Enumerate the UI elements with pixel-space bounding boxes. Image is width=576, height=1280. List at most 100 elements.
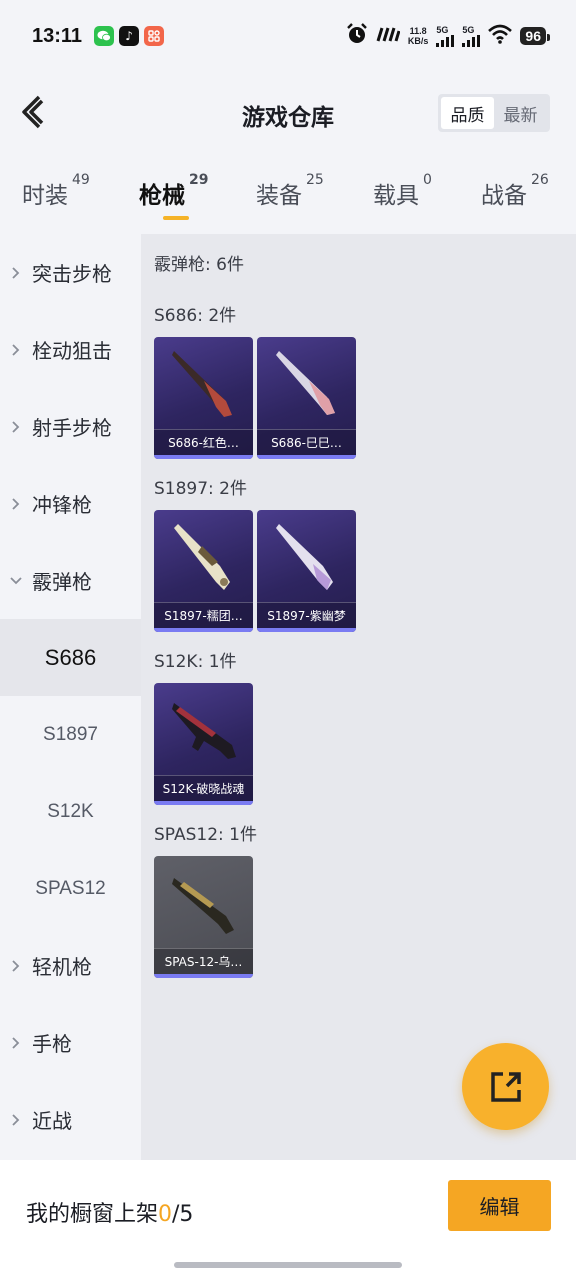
sidebar-item-pistol[interactable]: 手枪 [0, 1004, 141, 1081]
sidebar-item-label: 手枪 [32, 1032, 72, 1056]
chevron-down-icon [0, 576, 32, 586]
item-label-bar: S1897-紫幽梦 [257, 602, 356, 628]
tab-label: 载具 [373, 183, 419, 209]
edit-button[interactable]: 编辑 [448, 1180, 551, 1231]
sort-latest-option[interactable]: 最新 [494, 97, 547, 129]
sidebar-item-label: 冲锋枪 [32, 493, 92, 517]
sidebar-item-label: 栓动狙击 [32, 339, 112, 363]
tab-equipment[interactable]: 装备25 [256, 172, 324, 210]
item-card[interactable]: S1897-紫幽梦 [257, 510, 356, 632]
group-title: S686: 2件 [154, 306, 237, 326]
category-summary: 霰弹枪: 6件 [154, 255, 244, 275]
sidebar-item-label: 轻机枪 [32, 955, 92, 979]
net-speed: 11.8 KB/s [408, 26, 429, 46]
item-card[interactable]: S686-巳巳… [257, 337, 356, 459]
shotgun-icon [172, 878, 234, 934]
tab-count: 25 [306, 172, 324, 188]
app-header: 游戏仓库 品质 最新 [0, 72, 576, 156]
item-label-bar: SPAS-12-乌… [154, 948, 253, 974]
vibrate-icon [376, 26, 401, 46]
sort-quality-option[interactable]: 品质 [441, 97, 494, 129]
net-speed-value: 11.8 [409, 26, 427, 36]
share-icon [490, 1071, 521, 1102]
item-card[interactable]: S686-红色… [154, 337, 253, 459]
item-label-bar: S1897-糯团… [154, 602, 253, 628]
rarity-strip [257, 455, 356, 459]
sidebar-subitem-spas12[interactable]: SPAS12 [0, 850, 141, 927]
rarity-strip [257, 628, 356, 632]
chevron-right-icon [0, 1113, 32, 1127]
wifi-icon [488, 24, 513, 48]
showcase-label: 我的橱窗上架 [26, 1202, 159, 1227]
category-tabs: 时装49 枪械29 装备25 载具0 战备26 [0, 162, 576, 234]
chevron-right-icon [0, 343, 32, 357]
active-tab-indicator [163, 216, 189, 220]
sidebar-item-label: 霰弹枪 [32, 570, 92, 594]
group-title: SPAS12: 1件 [154, 825, 257, 845]
chevron-right-icon [0, 959, 32, 973]
tab-firearms[interactable]: 枪械29 [139, 172, 208, 210]
sidebar-subitem-s12k[interactable]: S12K [0, 773, 141, 850]
home-indicator[interactable] [174, 1262, 402, 1268]
tab-supplies[interactable]: 战备26 [481, 172, 549, 210]
shotgun-icon [174, 524, 230, 590]
signal-icon-2: 5G [462, 24, 481, 47]
alarm-icon [346, 23, 368, 49]
status-time: 13:11 [32, 24, 83, 47]
weapon-category-sidebar: 突击步枪 栓动狙击 射手步枪 冲锋枪 霰弹枪 S686 S1897 S12K S… [0, 234, 141, 1160]
item-card[interactable]: S12K-破晓战魂 [154, 683, 253, 805]
sidebar-item-shotgun[interactable]: 霰弹枪 [0, 542, 141, 619]
chevron-right-icon [0, 1036, 32, 1050]
sidebar-item-assault-rifle[interactable]: 突击步枪 [0, 234, 141, 311]
sidebar-item-lmg[interactable]: 轻机枪 [0, 927, 141, 1004]
app-icon [144, 26, 165, 46]
tiktok-icon: ♪ [119, 26, 140, 46]
tab-label: 枪械 [139, 183, 185, 209]
tab-count: 29 [189, 172, 209, 188]
item-label-bar: S686-红色… [154, 429, 253, 455]
sidebar-subitem-s1897[interactable]: S1897 [0, 696, 141, 773]
signal-label: 5G [436, 24, 449, 35]
sidebar-item-bolt-sniper[interactable]: 栓动狙击 [0, 311, 141, 388]
showcase-total-count: /5 [172, 1202, 194, 1227]
item-label-bar: S12K-破晓战魂 [154, 775, 253, 801]
rarity-strip [154, 455, 253, 459]
item-label: S12K-破晓战魂 [162, 782, 245, 796]
item-label-bar: S686-巳巳… [257, 429, 356, 455]
group-title: S1897: 2件 [154, 479, 248, 499]
sidebar-item-label: 射手步枪 [32, 416, 112, 440]
rarity-strip [154, 974, 253, 978]
sort-toggle: 品质 最新 [438, 94, 550, 132]
sidebar-item-smg[interactable]: 冲锋枪 [0, 465, 141, 542]
net-speed-unit: KB/s [407, 36, 429, 46]
item-label: S686-红色… [168, 436, 239, 450]
sidebar-item-melee[interactable]: 近战 [0, 1081, 141, 1158]
item-label: S1897-糯团… [164, 609, 243, 623]
battery-icon: 96 [520, 27, 550, 45]
tab-count: 49 [72, 172, 90, 188]
share-button[interactable] [462, 1043, 549, 1130]
chevron-right-icon [0, 420, 32, 434]
wechat-icon [94, 26, 115, 46]
chevron-right-icon [0, 497, 32, 511]
sidebar-item-dmr[interactable]: 射手步枪 [0, 388, 141, 465]
bottom-bar: 我的橱窗上架0/5 编辑 [0, 1160, 576, 1280]
signal-icon: 5G [436, 24, 455, 47]
tab-fashion[interactable]: 时装49 [22, 172, 90, 210]
item-card[interactable]: S1897-糯团… [154, 510, 253, 632]
item-label: S1897-紫幽梦 [267, 609, 346, 623]
rarity-strip [154, 628, 253, 632]
signal-label-2: 5G [462, 24, 475, 35]
item-card[interactable]: SPAS-12-乌… [154, 856, 253, 978]
tab-label: 装备 [256, 183, 302, 209]
showcase-status: 我的橱窗上架0/5 [26, 1196, 193, 1228]
item-label: S686-巳巳… [271, 436, 342, 450]
tab-label: 时装 [22, 183, 68, 209]
tab-count: 0 [423, 172, 432, 188]
tab-vehicles[interactable]: 载具0 [373, 172, 432, 210]
rarity-strip [154, 801, 253, 805]
tab-label: 战备 [481, 183, 527, 209]
sidebar-subitem-s686[interactable]: S686 [0, 619, 141, 696]
status-bar: 13:11 ♪ 11.8 KB/s 5G 5G 96 [0, 0, 576, 72]
chevron-right-icon [0, 266, 32, 280]
